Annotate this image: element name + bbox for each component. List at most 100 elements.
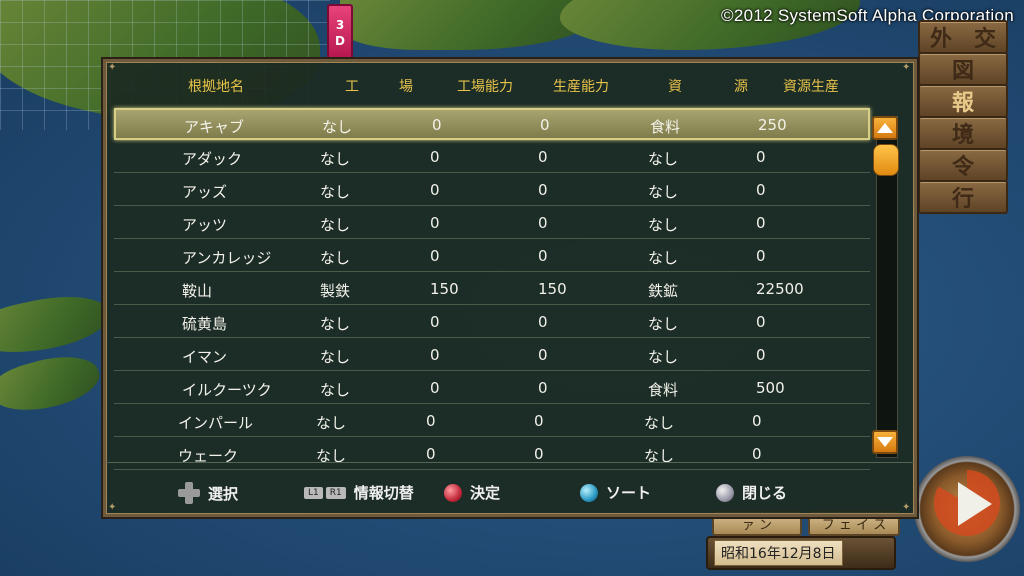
cell-factory: なし bbox=[320, 348, 351, 366]
cell-production-capacity: 0 bbox=[538, 379, 548, 397]
cell-base-name: イルクーツク bbox=[182, 381, 272, 399]
toggle-3d-label-1: 3 bbox=[335, 18, 345, 32]
scroll-down-button[interactable] bbox=[872, 430, 898, 454]
menu-execute[interactable]: 行 bbox=[918, 180, 1008, 214]
hint-sort: ソート bbox=[580, 482, 651, 503]
cell-factory-capacity: 0 bbox=[430, 313, 440, 331]
cell-resource: なし bbox=[644, 414, 675, 432]
menu-border-label: 境 bbox=[951, 123, 974, 148]
corner-ornament-tr: ✦ bbox=[902, 62, 911, 73]
hint-select: 選択 bbox=[178, 482, 238, 504]
landmass-north bbox=[340, 0, 600, 50]
cell-resource-production: 0 bbox=[756, 346, 766, 364]
corner-ornament-tl: ✦ bbox=[108, 62, 117, 73]
cell-production-capacity: 0 bbox=[534, 445, 544, 463]
cell-production-capacity: 0 bbox=[538, 247, 548, 265]
table-row[interactable]: イルクーツク なし 0 0 食料 500 bbox=[114, 371, 870, 404]
cell-production-capacity: 0 bbox=[538, 214, 548, 232]
menu-map[interactable]: 図 bbox=[918, 52, 1008, 86]
table-row[interactable]: 鞍山 製鉄 150 150 鉄鉱 22500 bbox=[114, 272, 870, 305]
l1-r1-icon: L1 R1 bbox=[304, 486, 346, 499]
cell-resource-production: 250 bbox=[758, 116, 787, 134]
menu-border[interactable]: 境 bbox=[918, 116, 1008, 150]
menu-report[interactable]: 報 bbox=[918, 84, 1008, 118]
table-row[interactable]: アキャブ なし 0 0 食料 250 bbox=[114, 108, 870, 140]
cell-base-name: イマン bbox=[182, 348, 228, 366]
header-factory-capacity[interactable]: 工場能力 bbox=[457, 76, 513, 96]
scroll-up-button[interactable] bbox=[872, 116, 898, 140]
cell-factory: 製鉄 bbox=[320, 282, 351, 300]
cell-factory-capacity: 0 bbox=[430, 181, 440, 199]
hint-close-label: 閉じる bbox=[742, 484, 788, 502]
cell-base-name: アッズ bbox=[182, 183, 228, 201]
cell-base-name: 鞍山 bbox=[182, 282, 213, 300]
table-row[interactable]: イマン なし 0 0 なし 0 bbox=[114, 338, 870, 371]
cell-factory: なし bbox=[322, 118, 353, 136]
header-resource-1[interactable]: 資 bbox=[668, 76, 682, 96]
base-info-panel: ✦ ✦ ✦ ✦ 根拠地名 工 場 工場能力 生産能力 資 源 資源生産 アキャブ… bbox=[103, 59, 917, 517]
cell-resource: 食料 bbox=[648, 381, 679, 399]
play-icon[interactable] bbox=[958, 482, 992, 526]
cell-resource: 食料 bbox=[650, 118, 681, 136]
table-row[interactable]: アッツ なし 0 0 なし 0 bbox=[114, 206, 870, 239]
menu-execute-label: 行 bbox=[951, 187, 974, 212]
hint-confirm: 決定 bbox=[444, 482, 500, 503]
arrow-down-icon bbox=[877, 437, 893, 447]
cell-production-capacity: 0 bbox=[534, 412, 544, 430]
dpad-icon bbox=[178, 482, 200, 504]
cell-factory: なし bbox=[320, 315, 351, 333]
arrow-up-icon bbox=[877, 123, 893, 133]
cell-base-name: インパール bbox=[178, 414, 254, 432]
hint-close: 閉じる bbox=[716, 482, 787, 503]
header-production-capacity[interactable]: 生産能力 bbox=[553, 76, 609, 96]
cell-factory-capacity: 150 bbox=[430, 280, 459, 298]
cell-resource-production: 22500 bbox=[756, 280, 804, 298]
cell-base-name: アダック bbox=[182, 150, 243, 168]
cell-base-name: 硫黄島 bbox=[182, 315, 228, 333]
cell-resource-production: 0 bbox=[756, 148, 766, 166]
cell-factory-capacity: 0 bbox=[430, 214, 440, 232]
cell-resource-production: 500 bbox=[756, 379, 785, 397]
table-row[interactable]: アッズ なし 0 0 なし 0 bbox=[114, 173, 870, 206]
header-resource-2[interactable]: 源 bbox=[734, 76, 748, 96]
cell-resource-production: 0 bbox=[756, 181, 766, 199]
cell-base-name: アキャブ bbox=[184, 118, 245, 136]
triangle-button-icon bbox=[580, 483, 598, 502]
cell-resource-production: 0 bbox=[756, 214, 766, 232]
header-factory-1[interactable]: 工 bbox=[345, 76, 359, 96]
cell-production-capacity: 0 bbox=[538, 148, 548, 166]
menu-order[interactable]: 令 bbox=[918, 148, 1008, 182]
cell-factory: なし bbox=[320, 381, 351, 399]
menu-diplomacy[interactable]: 外 交 bbox=[918, 20, 1008, 54]
hint-info-switch-label: 情報切替 bbox=[353, 484, 414, 502]
scrollbar-thumb[interactable] bbox=[873, 144, 899, 176]
cell-resource-production: 0 bbox=[752, 445, 762, 463]
cell-production-capacity: 0 bbox=[538, 346, 548, 364]
table-row[interactable]: アンカレッジ なし 0 0 なし 0 bbox=[114, 239, 870, 272]
header-resource-production[interactable]: 資源生産 bbox=[783, 76, 839, 96]
date-display: 昭和16年12月8日 bbox=[706, 536, 896, 570]
cross-button-icon bbox=[716, 483, 734, 502]
base-table: アキャブ なし 0 0 食料 250 アダック なし 0 0 なし 0 アッズ なし 0 0 なし 0 アッツ なし 0… bbox=[114, 108, 870, 470]
table-header: 根拠地名 工 場 工場能力 生産能力 資 源 資源生産 bbox=[116, 76, 906, 98]
cell-resource: なし bbox=[648, 216, 679, 234]
cell-factory-capacity: 0 bbox=[426, 412, 436, 430]
landmass-island-1 bbox=[0, 285, 114, 365]
r1-label: R1 bbox=[325, 486, 346, 499]
cell-production-capacity: 150 bbox=[538, 280, 567, 298]
cell-resource-production: 0 bbox=[756, 247, 766, 265]
header-factory-2[interactable]: 場 bbox=[399, 76, 413, 96]
date-text: 昭和16年12月8日 bbox=[714, 540, 843, 566]
cell-factory-capacity: 0 bbox=[430, 346, 440, 364]
toggle-3d-button[interactable]: 3 D bbox=[327, 4, 353, 62]
landmass-island-2 bbox=[0, 346, 105, 422]
table-row[interactable]: アダック なし 0 0 なし 0 bbox=[114, 140, 870, 173]
table-row[interactable]: ウェーク なし 0 0 なし 0 bbox=[114, 437, 870, 470]
footer-divider bbox=[106, 462, 914, 463]
header-base-name[interactable]: 根拠地名 bbox=[188, 76, 244, 96]
cell-factory: なし bbox=[320, 183, 351, 201]
cell-base-name: アンカレッジ bbox=[182, 249, 272, 267]
cell-factory: なし bbox=[320, 216, 351, 234]
table-row[interactable]: インパール なし 0 0 なし 0 bbox=[114, 404, 870, 437]
table-row[interactable]: 硫黄島 なし 0 0 なし 0 bbox=[114, 305, 870, 338]
